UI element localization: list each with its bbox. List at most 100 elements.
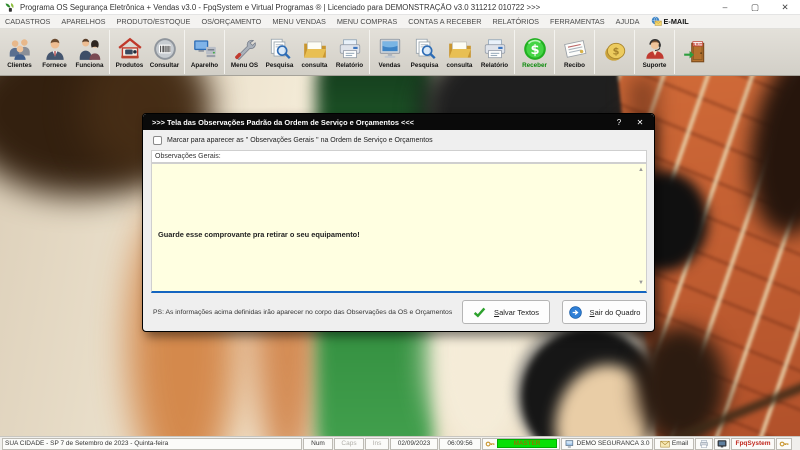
toolbar-button-label: Recibo: [564, 61, 585, 69]
scroll-down-icon[interactable]: ▼: [638, 280, 644, 286]
printersm-icon: [699, 439, 709, 449]
email-globe-icon: [651, 16, 662, 27]
aparelho-icon: [192, 36, 218, 62]
menu-item-ferramentas[interactable]: FERRAMENTAS: [550, 17, 605, 26]
status-segment-sua-cidade-sp-7-de-setembro-de-2023-quinta-feira: SUA CIDADE - SP 7 de Setembro de 2023 - …: [2, 437, 302, 450]
svg-text:$: $: [612, 47, 619, 58]
toolbar-button-produtos[interactable]: Produtos: [112, 30, 147, 74]
observacoes-dialog: >>> Tela das Observações Padrão da Ordem…: [142, 113, 655, 332]
menu-item-email[interactable]: E-MAIL: [651, 16, 689, 27]
toolbar-button-fornece[interactable]: Fornece: [37, 30, 72, 74]
consulta-icon: [447, 36, 473, 62]
menu-item-menu-vendas[interactable]: MENU VENDAS: [272, 17, 326, 26]
app-logo-icon: [4, 1, 16, 13]
toolbar-button-consulta[interactable]: consulta: [442, 30, 477, 74]
status-text: DEMO SEGURANCA 3.0: [576, 440, 650, 447]
toolbar-button-label: Receber: [522, 61, 547, 69]
recibo-icon: [562, 36, 588, 62]
svg-text:$: $: [530, 42, 539, 57]
toolbar-button-aparelho[interactable]: Aparelho: [187, 30, 222, 74]
toolbar-button-label: consulta: [446, 61, 473, 69]
scroll-up-icon[interactable]: ▲: [638, 167, 644, 173]
salvar-textos-button[interactable]: Salvar Textos: [462, 300, 550, 324]
toolbar-divider: [594, 30, 595, 74]
dialog-close-button[interactable]: ✕: [630, 118, 650, 127]
chaves-icon: [779, 439, 789, 449]
toolbar-button-label: Relatório: [480, 61, 509, 69]
status-segment-screensm: [714, 437, 730, 450]
toolbar-button-pesquisa[interactable]: Pesquisa: [407, 30, 442, 74]
consulta-icon: [302, 36, 328, 62]
pesquisa-icon: [412, 36, 438, 62]
toolbar-button-label: Pesquisa: [265, 61, 294, 69]
footer-note: PS: As informações acima definidas irão …: [153, 308, 453, 316]
dialog-help-button[interactable]: ?: [608, 118, 630, 127]
toolbar-button-suporte[interactable]: Suporte: [637, 30, 672, 74]
toolbar-divider: [369, 30, 370, 74]
status-segment-demo-seguranca-3-0: DEMO SEGURANCA 3.0: [561, 437, 653, 450]
status-text: Num: [311, 440, 325, 447]
vendas-icon: [377, 36, 403, 62]
toolbar-button-clientes[interactable]: Clientes: [2, 30, 37, 74]
toolbar-divider: [554, 30, 555, 74]
menu-item-cadastros[interactable]: CADASTROS: [5, 17, 50, 26]
menubar: CADASTROS APARELHOS PRODUTO/ESTOQUE OS/ORÇA…: [0, 15, 800, 29]
status-segment-fpqsystem: FpqSystem: [731, 437, 775, 450]
toolbar-button-relatorio[interactable]: Relatório: [477, 30, 512, 74]
menu-item-menu-compras[interactable]: MENU COMPRAS: [337, 17, 397, 26]
envelope-icon: [660, 439, 670, 449]
status-text: FpqSystem: [735, 440, 771, 447]
produtos-icon: [117, 36, 143, 62]
minimize-button[interactable]: –: [710, 0, 740, 15]
observacoes-checkbox[interactable]: [153, 136, 162, 145]
maximize-button[interactable]: ▢: [740, 0, 770, 15]
button-label: Sair do Quadro: [589, 307, 641, 317]
chaves-icon: [485, 439, 495, 449]
toolbar-button-consultar[interactable]: Consultar: [147, 30, 182, 74]
dialog-title: >>> Tela das Observações Padrão da Ordem…: [152, 117, 414, 127]
toolbar-button-menu-os[interactable]: Menu OS: [227, 30, 262, 74]
toolbar-button-label: Pesquisa: [410, 61, 439, 69]
toolbar-button-vendas[interactable]: Vendas: [372, 30, 407, 74]
fornece-icon: [42, 36, 68, 62]
toolbar-divider: [224, 30, 225, 74]
status-segment-num: Num: [303, 437, 333, 450]
menu-item-os-orcamento[interactable]: OS/ORÇAMENTO: [201, 17, 261, 26]
toolbar-button-consulta[interactable]: consulta: [297, 30, 332, 74]
svg-text:EXIT: EXIT: [693, 42, 703, 46]
observacoes-textarea[interactable]: Guarde esse comprovante pra retirar o se…: [151, 163, 647, 293]
toolbar-button-moeda[interactable]: $: [597, 30, 632, 74]
status-text: SUA CIDADE - SP 7 de Setembro de 2023 - …: [5, 440, 169, 447]
status-segment-chaves: [776, 437, 792, 450]
pc-icon: [565, 439, 575, 449]
status-segment-caps: Caps: [334, 437, 364, 450]
toolbar-divider: [184, 30, 185, 74]
app-window: Programa OS Segurança Eletrônica + Venda…: [0, 0, 800, 450]
close-button[interactable]: ✕: [770, 0, 800, 15]
toolbar-button-pesquisa[interactable]: Pesquisa: [262, 30, 297, 74]
toolbar-button-sair[interactable]: EXIT: [677, 30, 712, 74]
toolbar-button-recibo[interactable]: Recibo: [557, 30, 592, 74]
menubar-items: CADASTROS APARELHOS PRODUTO/ESTOQUE OS/ORÇA…: [5, 17, 640, 26]
pesquisa-icon: [267, 36, 293, 62]
checkbox-label: Marcar para aparecer as '' Observações G…: [167, 137, 433, 144]
arrowblue-icon: [568, 305, 582, 319]
menu-item-produto-estoque[interactable]: PRODUTO/ESTOQUE: [117, 17, 191, 26]
toolbar-button-receber[interactable]: $ Receber: [517, 30, 552, 74]
toolbar-divider: [109, 30, 110, 74]
menu-item-ajuda[interactable]: AJUDA: [616, 17, 640, 26]
menu-item-label: E-MAIL: [663, 17, 689, 26]
toolbar-button-funciona[interactable]: Funciona: [72, 30, 107, 74]
receber-icon: $: [522, 36, 548, 62]
menu-item-aparelhos[interactable]: APARELHOS: [61, 17, 105, 26]
menu-item-contas-a-receber[interactable]: CONTAS A RECEBER: [408, 17, 481, 26]
consultar-icon: [152, 36, 178, 62]
toolbar-button-relatorio[interactable]: Relatório: [332, 30, 367, 74]
sair-icon: EXIT: [682, 39, 708, 65]
toolbar-button-label: Aparelho: [190, 61, 219, 69]
dialog-titlebar[interactable]: >>> Tela das Observações Padrão da Ordem…: [143, 114, 654, 130]
menu-item-relatorios[interactable]: RELATÓRIOS: [493, 17, 540, 26]
screensm-icon: [717, 439, 727, 449]
toolbar-button-label: Fornece: [42, 61, 67, 69]
sair-do-quadro-button[interactable]: Sair do Quadro: [562, 300, 647, 324]
